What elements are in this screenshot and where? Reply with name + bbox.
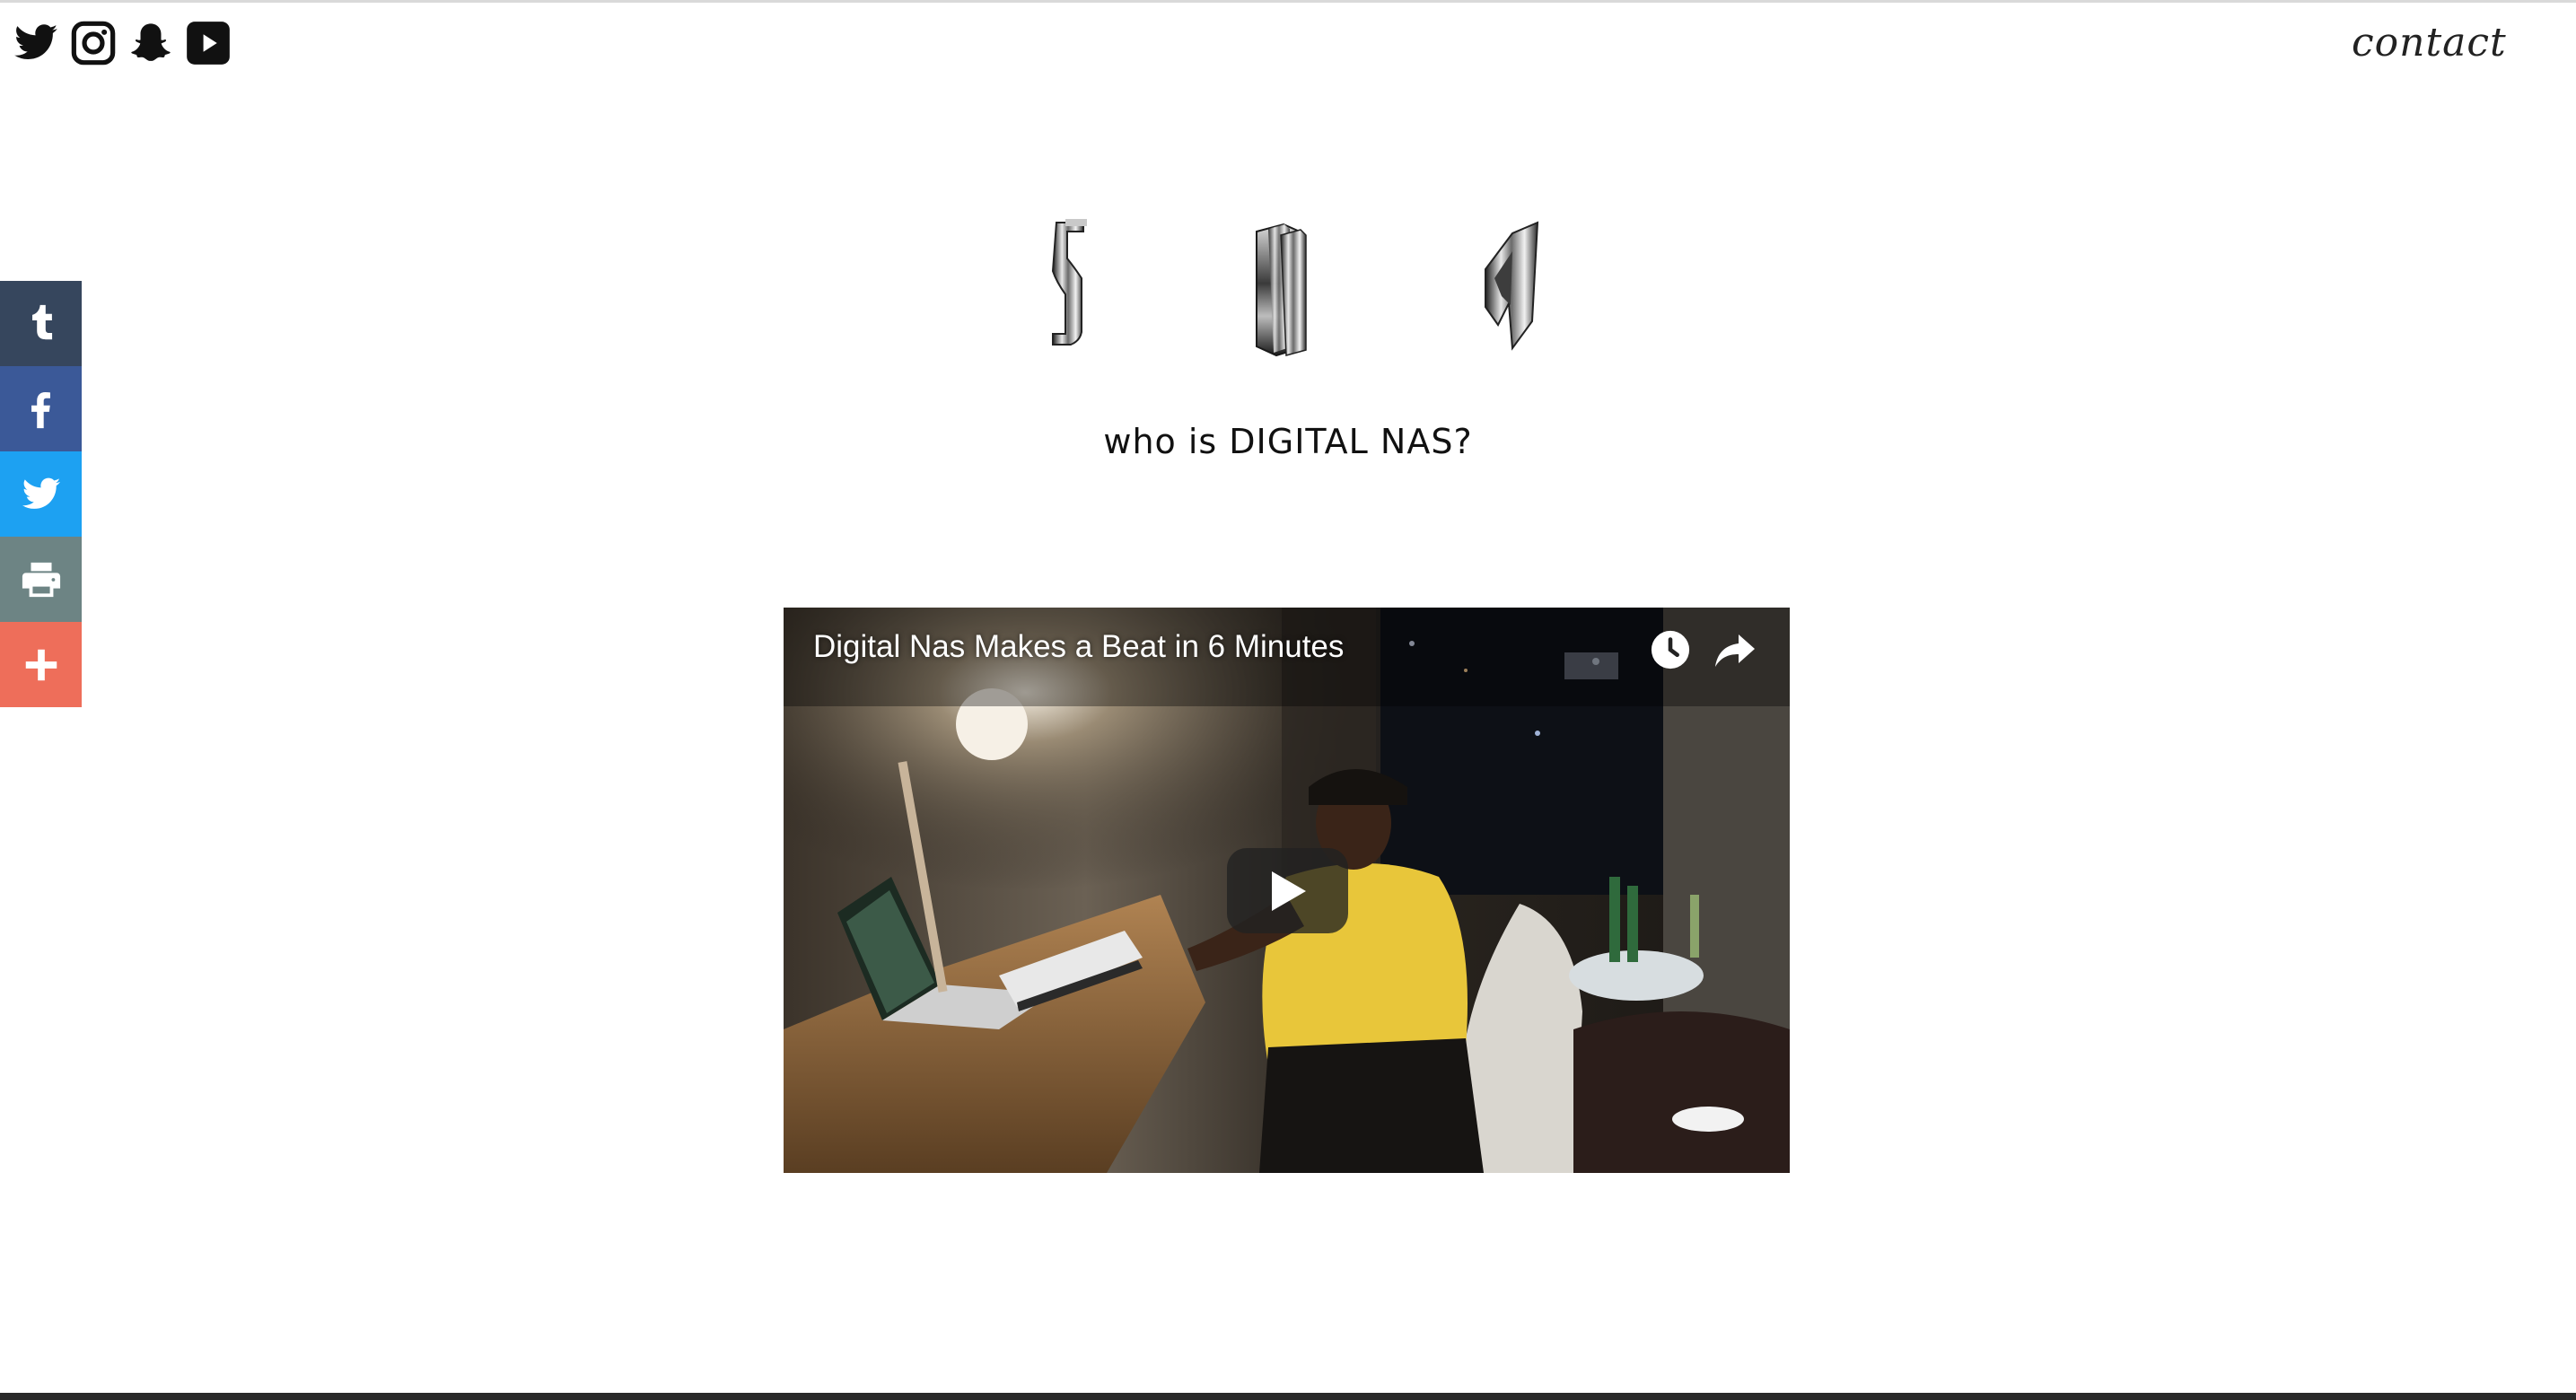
youtube-link[interactable] [185, 20, 232, 66]
twitter-link[interactable] [13, 20, 59, 66]
share-tumblr-button[interactable] [0, 281, 82, 366]
instagram-link[interactable] [70, 20, 117, 66]
chrome-logo-graphic [1051, 219, 1539, 357]
tagline: who is DIGITAL NAS? [1103, 422, 1473, 461]
share-arrow-icon[interactable] [1713, 631, 1757, 670]
printer-icon [22, 562, 60, 597]
snapchat-icon [131, 23, 171, 61]
snapchat-link[interactable] [127, 20, 174, 66]
bottom-border [0, 1393, 2576, 1400]
share-more-button[interactable] [0, 622, 82, 707]
logo-letter-2 [1256, 223, 1307, 357]
video-title[interactable]: Digital Nas Makes a Beat in 6 Minutes [813, 629, 1344, 665]
social-links [13, 20, 232, 66]
logo-letter-3 [1485, 221, 1539, 351]
site-logo[interactable] [1046, 215, 1548, 359]
share-print-button[interactable] [0, 537, 82, 622]
instagram-icon [71, 21, 116, 66]
clock-icon[interactable] [1650, 629, 1691, 670]
share-twitter-button[interactable] [0, 451, 82, 537]
contact-link[interactable]: contact [2352, 20, 2507, 66]
twitter-icon [22, 477, 60, 509]
logo-letter-1 [1051, 219, 1087, 346]
share-bar [0, 281, 82, 707]
video-player[interactable]: Digital Nas Makes a Beat in 6 Minutes [784, 608, 1790, 1173]
play-icon [1271, 871, 1306, 911]
plus-icon [25, 649, 57, 680]
twitter-icon [14, 24, 57, 59]
top-border [0, 0, 2576, 3]
play-button[interactable] [1227, 848, 1348, 933]
tumblr-icon [31, 304, 52, 339]
youtube-icon [187, 22, 230, 65]
